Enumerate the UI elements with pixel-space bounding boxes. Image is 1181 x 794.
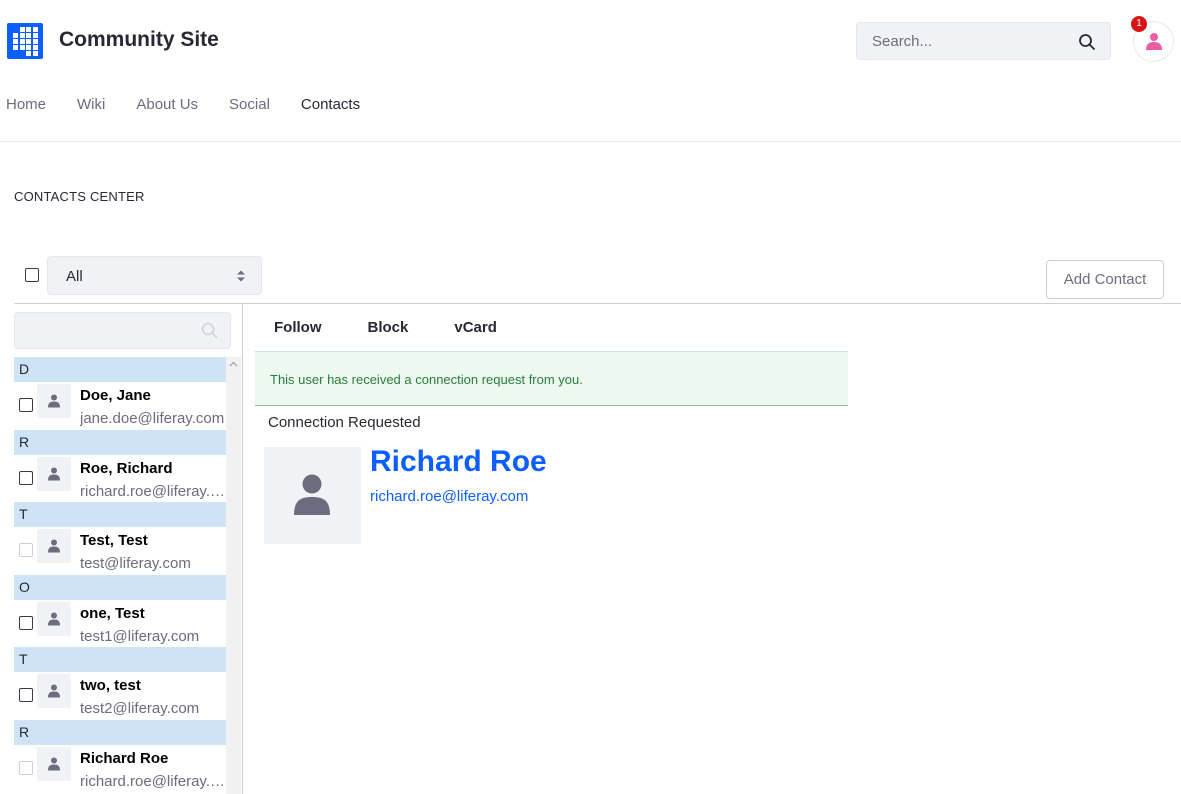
filter-select-value: All — [66, 268, 83, 285]
profile-email-link[interactable]: richard.roe@liferay.com — [370, 488, 528, 505]
logo-grid-cell — [26, 45, 31, 50]
group-header: T — [14, 502, 226, 527]
list-divider — [242, 304, 243, 794]
portlet-title: CONTACTS CENTER — [14, 189, 145, 204]
main-nav: Home Wiki About Us Social Contacts — [6, 96, 391, 113]
notification-badge[interactable]: 1 — [1131, 16, 1147, 32]
contact-email: test@liferay.com — [80, 555, 191, 572]
follow-button[interactable]: Follow — [274, 319, 322, 336]
profile-portrait — [264, 447, 361, 544]
contact-avatar — [37, 746, 71, 781]
nav-item-social[interactable]: Social — [229, 96, 270, 113]
logo-grid-cell — [32, 27, 38, 32]
contact-name[interactable]: one, Test — [80, 605, 145, 622]
logo-grid-cell — [13, 45, 18, 50]
logo-grid-cell — [32, 51, 38, 56]
select-all-checkbox[interactable] — [25, 268, 39, 282]
user-icon — [48, 467, 60, 480]
contact-row[interactable]: one, Test test1@liferay.com — [14, 599, 226, 647]
nav-item-contacts[interactable]: Contacts — [301, 96, 360, 113]
logo-grid-cell — [32, 39, 38, 44]
contact-avatar — [37, 601, 71, 636]
logo-grid-cell — [13, 39, 18, 44]
contacts-list-scrollbar[interactable] — [226, 357, 241, 794]
group-header: T — [14, 647, 226, 672]
contact-checkbox[interactable] — [19, 688, 33, 702]
caret-double-icon — [237, 270, 245, 282]
logo-grid-cell — [19, 45, 25, 50]
contact-email: jane.doe@liferay.com — [80, 410, 225, 427]
logo-grid-cell — [19, 39, 25, 44]
nav-item-about-us[interactable]: About Us — [136, 96, 198, 113]
nav-item-wiki[interactable]: Wiki — [77, 96, 105, 113]
user-icon — [1146, 33, 1162, 50]
contact-row[interactable]: Doe, Jane jane.doe@liferay.com — [14, 382, 226, 430]
group-header: O — [14, 574, 226, 600]
success-alert: This user has received a connection requ… — [255, 351, 848, 406]
alert-message: This user has received a connection requ… — [270, 372, 583, 387]
nav-divider — [0, 141, 1181, 142]
search-bar[interactable] — [856, 22, 1111, 60]
group-header: D — [14, 357, 226, 382]
contact-name[interactable]: Roe, Richard — [80, 460, 173, 477]
contacts-search-input[interactable] — [14, 312, 231, 349]
user-icon — [48, 684, 60, 698]
contact-checkbox-disabled — [19, 760, 33, 775]
connection-status: Connection Requested — [268, 414, 421, 431]
user-icon — [294, 474, 330, 515]
contact-name[interactable]: Richard Roe — [80, 750, 168, 767]
contact-name[interactable]: Test, Test — [80, 532, 148, 549]
site-logo[interactable] — [7, 23, 43, 59]
contact-avatar — [37, 384, 71, 418]
contact-avatar — [37, 456, 71, 491]
group-header: R — [14, 429, 226, 455]
search-icon — [201, 322, 218, 339]
contact-email: test1@liferay.com — [80, 627, 200, 645]
contact-email: richard.roe@liferay.com — [80, 772, 226, 790]
contact-row[interactable]: Richard Roe richard.roe@liferay.com — [14, 744, 226, 792]
contact-name[interactable]: two, test — [80, 677, 141, 694]
search-input[interactable] — [857, 23, 1067, 59]
contact-checkbox-disabled — [19, 543, 33, 557]
profile-name-link[interactable]: Richard Roe — [370, 445, 547, 479]
add-contact-button[interactable]: Add Contact — [1046, 260, 1164, 299]
block-button[interactable]: Block — [368, 319, 409, 336]
contact-checkbox[interactable] — [19, 398, 33, 412]
vcard-button[interactable]: vCard — [454, 319, 497, 336]
chevron-up-icon[interactable] — [229, 361, 238, 367]
contact-row[interactable]: Roe, Richard richard.roe@liferay.com — [14, 454, 226, 502]
contact-actions: Follow Block vCard — [274, 319, 543, 336]
search-icon[interactable] — [1078, 33, 1096, 51]
logo-grid-cell — [32, 33, 38, 38]
user-icon — [48, 757, 60, 770]
logo-grid-cell — [19, 27, 25, 32]
group-header: R — [14, 719, 226, 745]
filter-select[interactable]: All — [47, 256, 262, 295]
user-icon — [48, 539, 60, 553]
logo-grid-cell — [26, 51, 31, 56]
contact-checkbox[interactable] — [19, 470, 33, 485]
logo-grid-cell — [13, 33, 18, 38]
contact-email: richard.roe@liferay.com — [80, 482, 226, 500]
logo-grid-cell — [26, 27, 31, 32]
nav-item-home[interactable]: Home — [6, 96, 46, 113]
logo-grid-cell — [32, 45, 38, 50]
site-title[interactable]: Community Site — [59, 28, 219, 52]
contact-avatar — [37, 674, 71, 708]
contact-name[interactable]: Doe, Jane — [80, 387, 151, 404]
logo-grid-cell — [19, 33, 25, 38]
logo-grid-cell — [26, 33, 31, 38]
user-icon — [48, 612, 60, 625]
user-icon — [48, 394, 60, 408]
toolbar-divider — [14, 303, 1181, 304]
contact-checkbox[interactable] — [19, 615, 33, 630]
contact-email: test2@liferay.com — [80, 700, 200, 717]
contact-row[interactable]: Test, Test test@liferay.com — [14, 527, 226, 575]
contacts-list: D Doe, Jane jane.doe@liferay.com R Roe, … — [14, 357, 226, 794]
contact-avatar — [37, 529, 71, 563]
logo-grid-cell — [26, 39, 31, 44]
contact-row[interactable]: two, test test2@liferay.com — [14, 672, 226, 720]
